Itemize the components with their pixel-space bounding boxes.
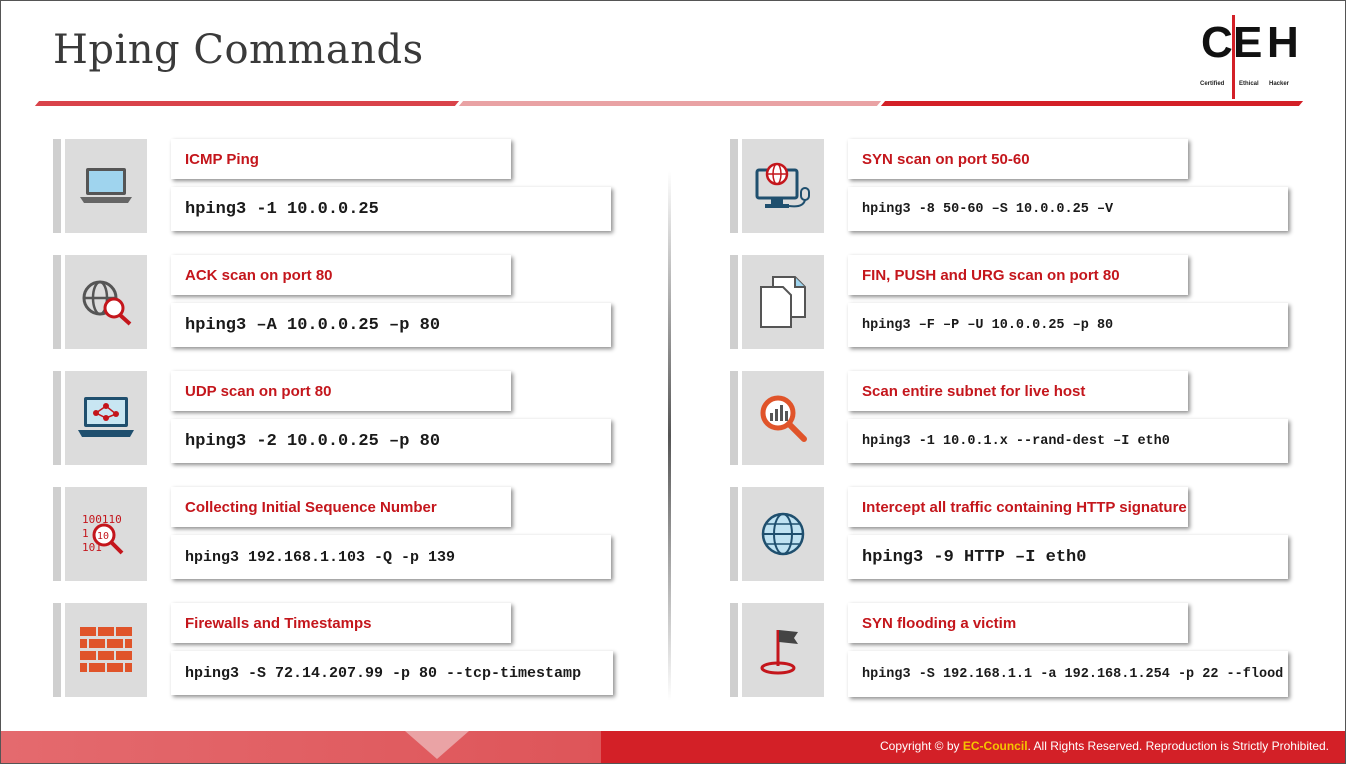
command-card-udp-scan: UDP scan on port 80 hping3 -2 10.0.0.25 … [53, 371, 613, 465]
logo-tagline-1: Certified [1200, 81, 1225, 87]
documents-icon [742, 255, 824, 349]
card-stripe [730, 487, 738, 581]
card-label: Collecting Initial Sequence Number [171, 487, 511, 527]
flag-target-icon [742, 603, 824, 697]
slide: Hping Commands C E H Certified Ethical H… [0, 0, 1346, 764]
card-stripe [53, 603, 61, 697]
binary-search-icon: 100110 1 0 101 10 [65, 487, 147, 581]
card-stripe [53, 487, 61, 581]
globe-search-icon [65, 255, 147, 349]
globe-icon [742, 487, 824, 581]
title-rule-middle [458, 101, 882, 106]
command-card-fin-push-urg: FIN, PUSH and URG scan on port 80 hping3… [730, 255, 1290, 349]
command-card-http-intercept: Intercept all traffic containing HTTP si… [730, 487, 1290, 581]
laptop-icon [65, 139, 147, 233]
logo-letter-e: E [1233, 18, 1263, 67]
command-card-syn-flood: SYN flooding a victim hping3 -S 192.168.… [730, 603, 1290, 697]
card-command: hping3 -8 50-60 –S 10.0.0.25 –V [848, 187, 1288, 231]
logo-tagline-2: Ethical [1239, 81, 1259, 87]
card-command: hping3 -9 HTTP –I eth0 [848, 535, 1288, 579]
card-command: hping3 -1 10.0.1.x --rand-dest –I eth0 [848, 419, 1288, 463]
network-laptop-icon [65, 371, 147, 465]
card-stripe [53, 139, 61, 233]
card-stripe [730, 255, 738, 349]
card-command: hping3 –F –P –U 10.0.0.25 –p 80 [848, 303, 1288, 347]
card-label: ACK scan on port 80 [171, 255, 511, 295]
logo-letter-c: C [1201, 18, 1233, 67]
command-card-firewall: Firewalls and Timestamps hping3 -S 72.14… [53, 603, 613, 697]
svg-text:10: 10 [97, 531, 109, 542]
firewall-icon [65, 603, 147, 697]
card-label: SYN flooding a victim [848, 603, 1188, 643]
footer-accent [1, 731, 601, 763]
command-card-syn-scan: SYN scan on port 50-60 hping3 -8 50-60 –… [730, 139, 1290, 233]
card-label: ICMP Ping [171, 139, 511, 179]
card-stripe [53, 255, 61, 349]
card-stripe [730, 603, 738, 697]
column-divider [668, 171, 671, 701]
card-label: Firewalls and Timestamps [171, 603, 511, 643]
logo-letter-h: H [1267, 18, 1299, 67]
logo-tagline-3: Hacker [1269, 81, 1290, 87]
card-command: hping3 -S 192.168.1.1 -a 192.168.1.254 -… [848, 651, 1288, 697]
ec-council-brand: EC-Council [962, 739, 1028, 753]
title-rule-right [880, 101, 1304, 106]
copyright-text: Copyright © by EC-Council. All Rights Re… [879, 739, 1329, 753]
ceh-logo: C E H Certified Ethical Hacker [1197, 13, 1301, 99]
card-label: UDP scan on port 80 [171, 371, 511, 411]
card-label: Scan entire subnet for live host [848, 371, 1188, 411]
card-stripe [730, 139, 738, 233]
command-card-icmp-ping: ICMP Ping hping3 -1 10.0.0.25 [53, 139, 613, 233]
page-title: Hping Commands [53, 27, 424, 73]
card-label: SYN scan on port 50-60 [848, 139, 1188, 179]
card-command: hping3 –A 10.0.0.25 –p 80 [171, 303, 611, 347]
card-command: hping3 -1 10.0.0.25 [171, 187, 611, 231]
card-command: hping3 -S 72.14.207.99 -p 80 --tcp-times… [171, 651, 613, 695]
card-label: FIN, PUSH and URG scan on port 80 [848, 255, 1188, 295]
card-stripe [730, 371, 738, 465]
command-card-subnet-scan: Scan entire subnet for live host hping3 … [730, 371, 1290, 465]
footer-chevron [405, 731, 469, 759]
title-rule-left [34, 101, 460, 106]
command-card-ack-scan: ACK scan on port 80 hping3 –A 10.0.0.25 … [53, 255, 613, 349]
card-stripe [53, 371, 61, 465]
analytics-search-icon [742, 371, 824, 465]
card-command: hping3 -2 10.0.0.25 –p 80 [171, 419, 611, 463]
card-label: Intercept all traffic containing HTTP si… [848, 487, 1188, 527]
web-monitor-icon [742, 139, 824, 233]
card-command: hping3 192.168.1.103 -Q -p 139 [171, 535, 611, 579]
command-card-isn: 100110 1 0 101 10 Collecting Initial Seq… [53, 487, 613, 581]
